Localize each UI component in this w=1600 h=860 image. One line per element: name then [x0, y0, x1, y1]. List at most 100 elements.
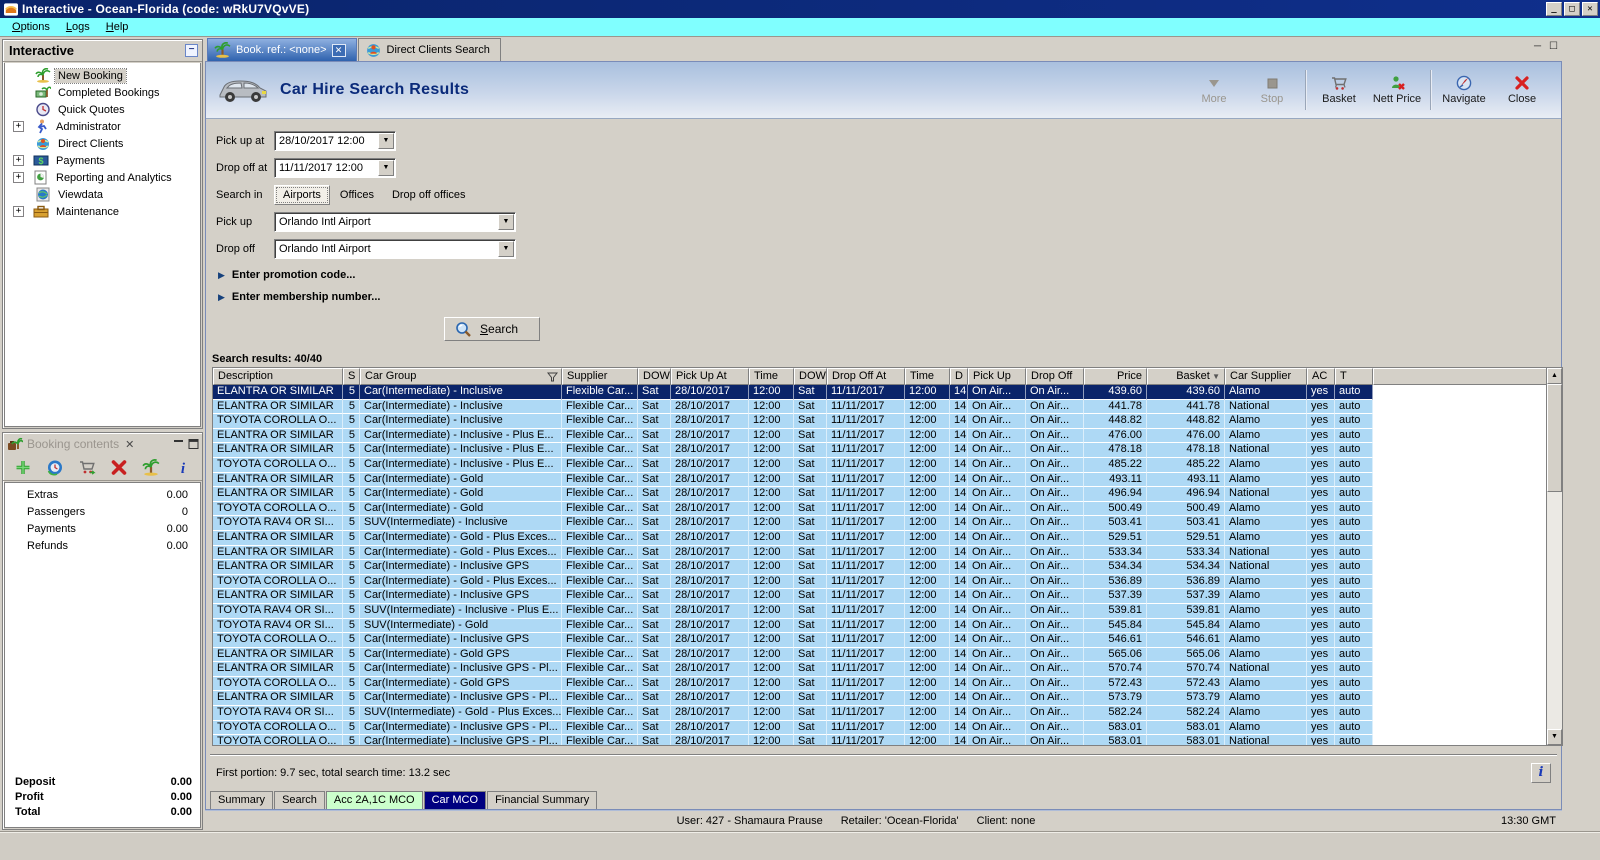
table-row[interactable]: TOYOTA COROLLA O... 5 Car(Intermediate) - … — [213, 574, 1373, 590]
add-icon[interactable] — [14, 459, 32, 476]
tabgroup-restore-icon[interactable]: ☐ — [1549, 41, 1558, 52]
availability-clock-icon[interactable] — [46, 459, 64, 476]
table-row[interactable]: ELANTRA OR SIMILAR 5 Car(Intermediate) - G… — [213, 545, 1373, 561]
column-header-car_supplier[interactable]: Car Supplier — [1225, 368, 1307, 385]
table-row[interactable]: TOYOTA RAV4 OR SI... 5 SUV(Intermediate) -… — [213, 516, 1373, 531]
table-row[interactable]: TOYOTA COROLLA O... 5 Car(Intermediate) - … — [213, 414, 1373, 429]
column-header-d[interactable]: D — [950, 368, 968, 385]
table-row[interactable]: ELANTRA OR SIMILAR 5 Car(Intermediate) - G… — [213, 530, 1373, 546]
window-close-button[interactable]: ✕ — [1582, 2, 1598, 16]
sidebar-item-administrator[interactable]: + Administrator — [5, 118, 200, 135]
tab-close-icon[interactable]: ✕ — [331, 43, 346, 57]
chevron-down-icon[interactable]: ▼ — [378, 133, 394, 149]
search-in-option-drop-off-offices[interactable]: Drop off offices — [384, 186, 474, 204]
chevron-down-icon[interactable]: ▼ — [498, 214, 514, 230]
scroll-down-icon[interactable]: ▼ — [1547, 729, 1562, 745]
panel-minimize-icon[interactable] — [173, 439, 184, 449]
sidebar-item-new-booking[interactable]: New Booking — [5, 67, 200, 84]
window-minimize-button[interactable]: _ — [1546, 2, 1562, 16]
sidebar-item-reporting-and-analytics[interactable]: + Reporting and Analytics — [5, 169, 200, 186]
dropoff-at-combo[interactable]: 11/11/2017 12:00 ▼ — [274, 158, 396, 178]
table-row[interactable]: TOYOTA COROLLA O... 5 Car(Intermediate) - … — [213, 633, 1373, 648]
vertical-scrollbar[interactable]: ▲ ▼ — [1546, 368, 1562, 745]
search-in-option-offices[interactable]: Offices — [332, 186, 382, 204]
scroll-up-icon[interactable]: ▲ — [1547, 368, 1562, 384]
info-icon[interactable]: i — [174, 459, 192, 476]
column-header-dow1[interactable]: DOW — [638, 368, 671, 385]
table-row[interactable]: TOYOTA COROLLA O... 5 Car(Intermediate) - … — [213, 501, 1373, 517]
column-header-ac[interactable]: AC — [1307, 368, 1335, 385]
info-button[interactable]: i — [1531, 763, 1551, 783]
search-in-option-airports[interactable]: Airports — [274, 185, 330, 205]
sidebar-item-maintenance[interactable]: + Maintenance — [5, 203, 200, 220]
table-row[interactable]: ELANTRA OR SIMILAR 5 Car(Intermediate) - G… — [213, 647, 1373, 663]
sidebar-item-payments[interactable]: + $ Payments — [5, 152, 200, 169]
menu-item-help[interactable]: Help — [98, 19, 137, 35]
chevron-down-icon[interactable]: ▼ — [378, 160, 394, 176]
bottom-tab-search[interactable]: Search — [274, 791, 325, 809]
table-row[interactable]: ELANTRA OR SIMILAR 5 Car(Intermediate) - G… — [213, 487, 1373, 502]
close-button[interactable]: Close — [1493, 71, 1551, 109]
table-row[interactable]: TOYOTA RAV4 OR SI... 5 SUV(Intermediate) -… — [213, 618, 1373, 634]
filter-funnel-icon[interactable] — [547, 372, 558, 382]
column-header-supplier[interactable]: Supplier — [562, 368, 638, 385]
membership-number-expander[interactable]: ▶ Enter membership number... — [218, 291, 1561, 303]
bottom-tab-financial-summary[interactable]: Financial Summary — [487, 791, 598, 809]
expand-plus-icon[interactable]: + — [13, 172, 24, 183]
sidebar-item-quick-quotes[interactable]: Quick Quotes — [5, 101, 200, 118]
search-button[interactable]: Search — [444, 317, 540, 341]
tabgroup-minimize-icon[interactable]: ─ — [1534, 41, 1541, 52]
table-row[interactable]: TOYOTA RAV4 OR SI... 5 SUV(Intermediate) -… — [213, 603, 1373, 619]
table-row[interactable]: ELANTRA OR SIMILAR 5 Car(Intermediate) - I… — [213, 428, 1373, 444]
window-maximize-button[interactable]: □ — [1564, 2, 1580, 16]
column-header-price[interactable]: Price — [1084, 368, 1147, 385]
column-header-drop_off_at[interactable]: Drop Off At — [827, 368, 905, 385]
navigate-button[interactable]: Navigate — [1435, 71, 1493, 109]
column-header-s[interactable]: S — [343, 368, 360, 385]
expand-plus-icon[interactable]: + — [13, 206, 24, 217]
scrollbar-thumb[interactable] — [1547, 384, 1562, 492]
column-header-car_group[interactable]: Car Group — [360, 368, 562, 385]
column-header-pick_up_at[interactable]: Pick Up At — [671, 368, 749, 385]
table-row[interactable]: ELANTRA OR SIMILAR 5 Car(Intermediate) - I… — [213, 385, 1373, 400]
table-row[interactable]: TOYOTA COROLLA O... 5 Car(Intermediate) - … — [213, 720, 1373, 736]
menu-item-options[interactable]: Options — [4, 19, 58, 35]
column-header-dow2[interactable]: DOW — [794, 368, 827, 385]
column-header-t[interactable]: T — [1335, 368, 1373, 385]
expand-plus-icon[interactable]: + — [13, 155, 24, 166]
table-row[interactable]: ELANTRA OR SIMILAR 5 Car(Intermediate) - I… — [213, 443, 1373, 458]
table-row[interactable]: TOYOTA COROLLA O... 5 Car(Intermediate) - … — [213, 735, 1373, 745]
table-row[interactable]: ELANTRA OR SIMILAR 5 Car(Intermediate) - I… — [213, 691, 1373, 707]
menu-item-logs[interactable]: Logs — [58, 19, 98, 35]
sidebar-item-direct-clients[interactable]: Direct Clients — [5, 135, 200, 152]
sidebar-item-viewdata[interactable]: Viewdata — [5, 186, 200, 203]
palm-tree-icon[interactable] — [141, 459, 160, 476]
column-header-basket[interactable]: Basket ▼ — [1147, 368, 1225, 385]
booking-contents-close-icon[interactable]: ✕ — [123, 438, 136, 451]
pickup-at-combo[interactable]: 28/10/2017 12:00 ▼ — [274, 131, 396, 151]
column-header-drop_off[interactable]: Drop Off — [1026, 368, 1084, 385]
table-row[interactable]: ELANTRA OR SIMILAR 5 Car(Intermediate) - I… — [213, 399, 1373, 415]
table-row[interactable]: ELANTRA OR SIMILAR 5 Car(Intermediate) - I… — [213, 589, 1373, 604]
column-header-description[interactable]: Description — [213, 368, 343, 385]
bottom-tab-car-mco[interactable]: Car MCO — [423, 791, 487, 809]
table-row[interactable]: TOYOTA RAV4 OR SI... 5 SUV(Intermediate) -… — [213, 706, 1373, 721]
chevron-down-icon[interactable]: ▼ — [498, 241, 514, 257]
column-header-time2[interactable]: Time — [905, 368, 950, 385]
column-header-pick_up[interactable]: Pick Up — [968, 368, 1026, 385]
panel-restore-icon[interactable] — [188, 439, 199, 449]
expand-plus-icon[interactable]: + — [13, 121, 24, 132]
promotion-code-expander[interactable]: ▶ Enter promotion code... — [218, 269, 1561, 281]
basket-button[interactable]: Basket — [1310, 71, 1368, 109]
table-row[interactable]: TOYOTA COROLLA O... 5 Car(Intermediate) - … — [213, 457, 1373, 473]
bottom-tab-summary[interactable]: Summary — [210, 791, 274, 809]
tab-book-ref-none-[interactable]: Book. ref.: <none> ✕ — [207, 38, 357, 61]
delete-cross-icon[interactable] — [110, 459, 128, 476]
tab-direct-clients-search[interactable]: Direct Clients Search — [357, 38, 501, 61]
cart-icon[interactable] — [78, 459, 96, 476]
panel-collapse-button[interactable]: − — [185, 44, 198, 57]
nett-price-button[interactable]: Nett Price — [1368, 71, 1426, 109]
table-row[interactable]: ELANTRA OR SIMILAR 5 Car(Intermediate) - I… — [213, 560, 1373, 575]
bottom-tab-acc-2a-1c-mco[interactable]: Acc 2A,1C MCO — [325, 791, 423, 809]
table-row[interactable]: ELANTRA OR SIMILAR 5 Car(Intermediate) - G… — [213, 472, 1373, 488]
